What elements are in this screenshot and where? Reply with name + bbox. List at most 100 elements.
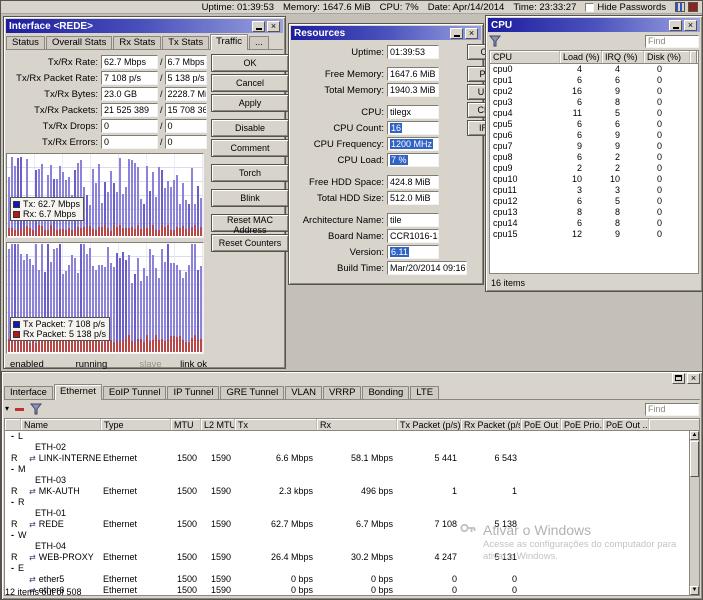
ok-button[interactable]: OK <box>211 54 289 72</box>
add-dropdown-icon[interactable]: ▾ <box>5 404 9 414</box>
column-header-disk[interactable]: Disk (%) <box>644 51 690 63</box>
tab-gre-tunnel[interactable]: GRE Tunnel <box>220 386 284 399</box>
scroll-up-icon[interactable]: ▲ <box>690 431 699 440</box>
comment-button[interactable]: Comment <box>211 139 289 157</box>
column-header-tx-packet-p-s[interactable]: Tx Packet (p/s) <box>397 419 461 430</box>
tx-value-box[interactable]: 0 <box>101 135 158 149</box>
interface-row[interactable]: R⇄WEB-PROXYEthernet1500159026.4 Mbps30.2… <box>5 552 699 563</box>
column-header-tx[interactable]: Tx <box>235 419 317 430</box>
filter-funnel-icon[interactable] <box>30 403 42 415</box>
version-value-box[interactable]: 6.11 <box>387 245 439 259</box>
filter-funnel-icon[interactable] <box>489 35 501 47</box>
find-input[interactable] <box>645 403 699 416</box>
close-icon[interactable]: × <box>465 28 478 39</box>
tx-value-box[interactable]: 62.7 Mbps <box>101 55 158 69</box>
rx-value-box[interactable]: 6.7 Mbps <box>165 55 207 69</box>
interface-row[interactable]: ⇄ether5Ethernet150015900 bps0 bps00 <box>5 574 699 585</box>
tx-value-box[interactable]: 23.0 GB <box>101 87 158 101</box>
minimize-icon[interactable] <box>450 28 463 39</box>
comment-row[interactable]: ETH-02 <box>5 442 699 453</box>
interface-row[interactable]: R⇄REDEEthernet1500159062.7 Mbps6.7 Mbps7… <box>5 519 699 530</box>
session-indicator-icon[interactable] <box>688 2 698 12</box>
cpu-row[interactable]: cpu151290 <box>490 229 698 240</box>
cpu-count-value-box[interactable]: 16 <box>387 121 439 135</box>
blink-button[interactable]: Blink <box>211 189 289 207</box>
close-icon[interactable]: × <box>684 20 697 31</box>
tab-ethernet[interactable]: Ethernet <box>54 384 102 400</box>
column-header-rx[interactable]: Rx <box>317 419 397 430</box>
interface-row[interactable]: ⇄ether6Ethernet150015900 bps0 bps00 <box>5 585 699 596</box>
column-header-poe-out[interactable]: PoE Out ... <box>603 419 649 430</box>
scrollbar-thumb[interactable] <box>690 441 699 477</box>
free-hdd-space-value-box[interactable]: 424.8 MiB <box>387 175 439 189</box>
collapse-icon[interactable]: - <box>11 530 14 541</box>
collapse-icon[interactable]: - <box>11 464 14 475</box>
group-row[interactable]: -M <box>5 464 699 475</box>
cpu-row[interactable]: cpu0440 <box>490 64 698 75</box>
sort-dropdown-icon[interactable]: ▼ <box>696 51 699 63</box>
reset-mac-address-button[interactable]: Reset MAC Address <box>211 214 289 232</box>
collapse-icon[interactable]: - <box>11 431 14 442</box>
column-header-load[interactable]: Load (%) <box>560 51 602 63</box>
find-input[interactable] <box>645 35 699 48</box>
apply-button[interactable]: Apply <box>211 94 289 112</box>
tab-vrrp[interactable]: VRRP <box>323 386 361 399</box>
cpu-frequency-value-box[interactable]: 1200 MHz <box>387 137 439 151</box>
cpu-row[interactable]: cpu13880 <box>490 207 698 218</box>
cpu-row[interactable]: cpu1010100 <box>490 174 698 185</box>
total-hdd-size-value-box[interactable]: 512.0 MiB <box>387 191 439 205</box>
tab-vlan[interactable]: VLAN <box>285 386 322 399</box>
column-header-cpu[interactable]: CPU <box>490 51 560 63</box>
tab-traffic[interactable]: Traffic <box>210 34 248 50</box>
tab-lte[interactable]: LTE <box>410 386 439 399</box>
collapse-icon[interactable]: - <box>11 563 14 574</box>
rx-value-box[interactable]: 0 <box>165 135 207 149</box>
cpu-row[interactable]: cpu21690 <box>490 86 698 97</box>
total-memory-value-box[interactable]: 1940.3 MiB <box>387 83 439 97</box>
tab-item[interactable]: ... <box>249 36 269 49</box>
board-name-value-box[interactable]: CCR1016-12G <box>387 229 439 243</box>
group-row[interactable]: -W <box>5 530 699 541</box>
column-header-irq[interactable]: IRQ (%) <box>602 51 644 63</box>
group-row[interactable]: -R <box>5 497 699 508</box>
column-header-poe-out[interactable]: PoE Out <box>521 419 561 430</box>
close-icon[interactable]: × <box>267 21 280 32</box>
cpu-row[interactable]: cpu1660 <box>490 75 698 86</box>
checkbox-icon[interactable] <box>585 3 594 12</box>
architecture-name-value-box[interactable]: tile <box>387 213 439 227</box>
torch-button[interactable]: Torch <box>211 164 289 182</box>
tab-ip-tunnel[interactable]: IP Tunnel <box>167 386 219 399</box>
comment-row[interactable]: ETH-01 <box>5 508 699 519</box>
column-header-rx-packet-p-s[interactable]: Rx Packet (p/s) <box>461 419 521 430</box>
scroll-down-icon[interactable]: ▼ <box>690 586 699 595</box>
cancel-button[interactable]: Cancel <box>211 74 289 92</box>
collapse-icon[interactable]: - <box>11 497 14 508</box>
interface-window-titlebar[interactable]: Interface <REDE> × <box>6 19 283 33</box>
free-memory-value-box[interactable]: 1647.6 MiB <box>387 67 439 81</box>
column-header-poe-prio[interactable]: PoE Prio... <box>561 419 603 430</box>
minimize-icon[interactable] <box>669 20 682 31</box>
cpu-row[interactable]: cpu5660 <box>490 119 698 130</box>
cpu-row[interactable]: cpu6690 <box>490 130 698 141</box>
group-row[interactable]: -E <box>5 563 699 574</box>
vertical-scrollbar[interactable]: ▲ ▼ <box>689 431 699 595</box>
tab-tx-stats[interactable]: Tx Stats <box>162 36 209 49</box>
interface-row[interactable]: R⇄MK-AUTHEthernet150015902.3 kbps496 bps… <box>5 486 699 497</box>
cpu-row[interactable]: cpu12650 <box>490 196 698 207</box>
comment-row[interactable]: ETH-04 <box>5 541 699 552</box>
disable-button[interactable]: Disable <box>211 119 289 137</box>
uptime-value-box[interactable]: 01:39:53 <box>387 45 439 59</box>
resources-window-titlebar[interactable]: Resources × <box>291 26 481 40</box>
interface-row[interactable]: R⇄LINK-INTERNETEthernet150015906.6 Mbps5… <box>5 453 699 464</box>
cpu-value-box[interactable]: tilegx <box>387 105 439 119</box>
comment-row[interactable]: ETH-03 <box>5 475 699 486</box>
traffic-indicator-icon[interactable] <box>675 2 685 12</box>
build-time-value-box[interactable]: Mar/20/2014 09:16:21 <box>387 261 467 275</box>
tab-eoip-tunnel[interactable]: EoIP Tunnel <box>103 386 167 399</box>
remove-icon[interactable] <box>15 408 24 411</box>
cpu-row[interactable]: cpu3680 <box>490 97 698 108</box>
close-icon[interactable]: × <box>687 373 700 384</box>
rx-value-box[interactable]: 0 <box>165 119 207 133</box>
tab-overall-stats[interactable]: Overall Stats <box>46 36 112 49</box>
cpu-load-value-box[interactable]: 7 % <box>387 153 439 167</box>
